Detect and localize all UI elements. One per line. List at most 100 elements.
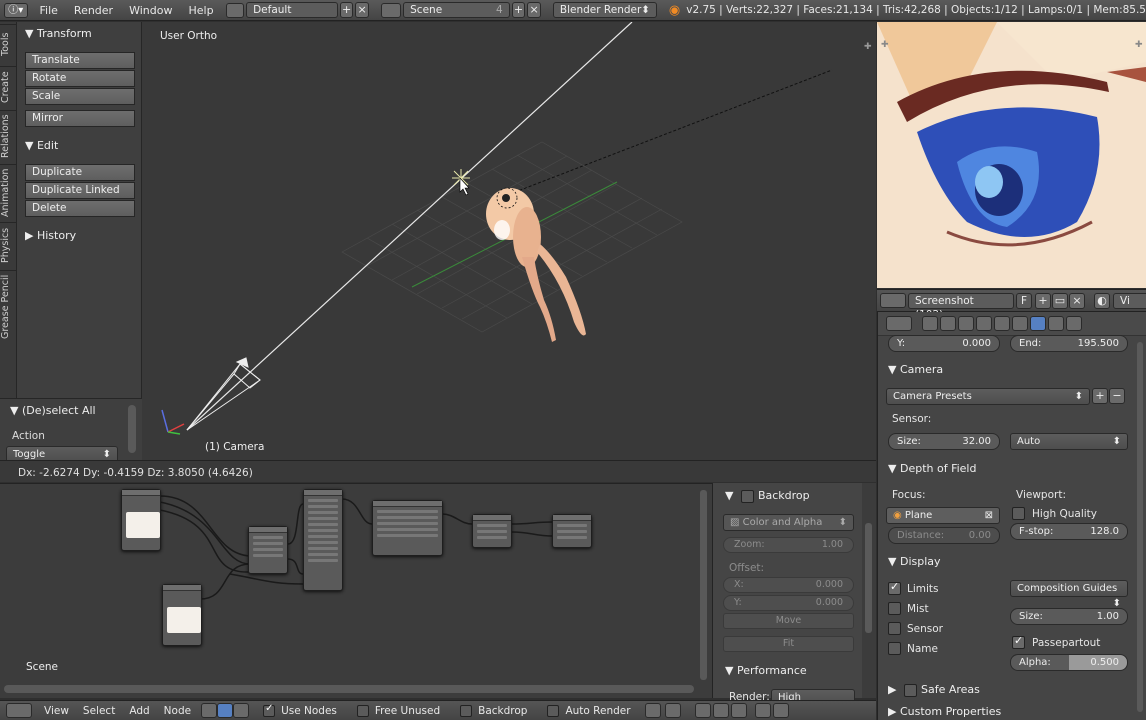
- free-unused-toggle[interactable]: Free Unused: [356, 704, 440, 717]
- mix-node[interactable]: [248, 526, 288, 574]
- name-checkbox[interactable]: [888, 642, 901, 655]
- paste-nodes-icon[interactable]: [712, 703, 729, 718]
- camera-presets-select[interactable]: Camera Presets ⬍: [886, 388, 1090, 405]
- scene-tab-icon[interactable]: [958, 316, 974, 331]
- remove-scene-button[interactable]: ×: [527, 2, 541, 18]
- duplicate-button[interactable]: Duplicate: [25, 164, 135, 181]
- history-panel-header[interactable]: ▶ History: [25, 229, 76, 242]
- shader-tree-icon[interactable]: [201, 703, 218, 718]
- sensor-fit-select[interactable]: Auto ⬍: [1010, 433, 1128, 450]
- offset-y-field[interactable]: Y: 0.000: [723, 595, 854, 611]
- focus-object-field[interactable]: ◉ Plane ⊠: [886, 507, 1000, 524]
- free-unused-checkbox[interactable]: [356, 704, 369, 717]
- sensor-checkbox[interactable]: [888, 622, 901, 635]
- menu-window[interactable]: Window: [121, 4, 180, 17]
- display-panel-header[interactable]: ▼ Display: [888, 555, 941, 568]
- properties-editor-type-icon[interactable]: [886, 316, 912, 331]
- image-input-node[interactable]: [162, 584, 202, 646]
- image-editor-canvas[interactable]: ✚ ✚: [877, 22, 1146, 288]
- use-nodes-checkbox[interactable]: [263, 703, 276, 717]
- remove-preset-button[interactable]: −: [1109, 388, 1125, 404]
- limits-checkbox[interactable]: [888, 580, 901, 595]
- menu-render[interactable]: Render: [66, 4, 121, 17]
- properties-scrollbar[interactable]: [1137, 342, 1143, 712]
- safe-areas-checkbox[interactable]: [903, 683, 917, 697]
- clear-icon[interactable]: ⊠: [985, 508, 993, 523]
- operator-scrollbar[interactable]: [128, 405, 136, 453]
- unlink-image-button[interactable]: ×: [1069, 293, 1085, 309]
- backdrop-toggle[interactable]: Backdrop: [460, 704, 527, 717]
- y-field[interactable]: Y: 0.000: [888, 335, 1000, 352]
- physics-tab-icon[interactable]: [1066, 316, 1082, 331]
- node-editor-type-icon[interactable]: [6, 703, 32, 718]
- camera-data-tab-icon[interactable]: [1030, 316, 1046, 331]
- tab-grease-pencil[interactable]: Grease Pencil: [0, 270, 17, 342]
- add-preset-button[interactable]: +: [1092, 388, 1108, 404]
- add-scene-button[interactable]: +: [511, 2, 526, 18]
- fstop-field[interactable]: F-stop: 128.0: [1010, 523, 1128, 540]
- open-image-icon[interactable]: ▭: [1052, 293, 1068, 309]
- channels-select[interactable]: ▨ Color and Alpha ⬍: [723, 514, 854, 531]
- alpha-field[interactable]: Alpha: 0.500: [1010, 654, 1128, 671]
- object-tab-icon[interactable]: [994, 316, 1010, 331]
- edit-panel-header[interactable]: ▼ Edit: [25, 139, 58, 152]
- new-image-button[interactable]: +: [1035, 293, 1051, 309]
- node-vertical-scrollbar[interactable]: [700, 490, 707, 680]
- clip-end-field[interactable]: End: 195.500: [1010, 335, 1128, 352]
- alpha-over-node[interactable]: [472, 514, 512, 548]
- add-layout-button[interactable]: +: [339, 2, 354, 18]
- high-quality-checkbox[interactable]: [1012, 507, 1025, 520]
- mirror-button[interactable]: Mirror: [25, 110, 135, 127]
- display-size-field[interactable]: Size: 1.00: [1010, 608, 1128, 625]
- image-editor-type-icon[interactable]: [880, 293, 906, 308]
- tab-relations[interactable]: Relations: [0, 110, 17, 162]
- parent-node-icon[interactable]: [664, 703, 681, 718]
- backdrop-panel-header[interactable]: ▼ Backdrop: [725, 489, 810, 503]
- render-tab-icon[interactable]: [922, 316, 938, 331]
- node-sidebar-scrollbar[interactable]: [862, 483, 876, 698]
- tab-tools[interactable]: Tools: [0, 24, 17, 64]
- menu-select[interactable]: Select: [83, 705, 115, 717]
- mist-checkbox[interactable]: [888, 602, 901, 615]
- focus-distance-field[interactable]: Distance: 0.00: [888, 527, 1000, 544]
- menu-node[interactable]: Node: [164, 705, 191, 717]
- composition-guides-select[interactable]: Composition Guides ⬍: [1010, 580, 1128, 609]
- color-node[interactable]: [372, 500, 443, 556]
- scene-icon[interactable]: [380, 2, 402, 18]
- render-image-icon[interactable]: [772, 703, 789, 718]
- tab-physics[interactable]: Physics: [0, 222, 17, 268]
- info-editor-type-icon[interactable]: ⓘ▾: [4, 2, 28, 18]
- image-name-field[interactable]: Screenshot (102).png: [908, 293, 1014, 321]
- dof-panel-header[interactable]: ▼ Depth of Field: [888, 462, 976, 475]
- duplicate-linked-button[interactable]: Duplicate Linked: [25, 182, 135, 199]
- menu-add[interactable]: Add: [129, 705, 149, 717]
- performance-panel-header[interactable]: ▼ Performance: [725, 664, 807, 677]
- camera-panel-header[interactable]: ▼ Camera: [888, 363, 943, 376]
- render-engine-select[interactable]: Blender Render ⬍: [552, 2, 657, 18]
- backdrop-checkbox[interactable]: [740, 489, 754, 503]
- view-select[interactable]: Vi: [1113, 293, 1146, 309]
- plus-icon[interactable]: ✚: [864, 42, 872, 52]
- backdrop-checkbox-bottom[interactable]: [460, 704, 473, 717]
- passepartout-checkbox[interactable]: [1012, 634, 1025, 649]
- compositor-tree-icon[interactable]: [217, 703, 234, 718]
- tab-animation[interactable]: Animation: [0, 164, 17, 220]
- auto-render-toggle[interactable]: Auto Render: [547, 704, 631, 717]
- node-editor[interactable]: Scene: [0, 483, 712, 698]
- view-mode-icon[interactable]: ◐: [1094, 293, 1110, 309]
- texture-tab-icon[interactable]: [1048, 316, 1064, 331]
- remove-layout-button[interactable]: ×: [355, 2, 369, 18]
- move-button[interactable]: Move: [723, 613, 854, 629]
- zoom-field[interactable]: Zoom: 1.00: [723, 537, 854, 553]
- render-layers-tab-icon[interactable]: [940, 316, 956, 331]
- image-input-node[interactable]: [121, 489, 161, 551]
- fake-user-button[interactable]: F: [1016, 293, 1032, 309]
- safe-areas-panel-header[interactable]: ▶ Safe Areas: [888, 683, 980, 697]
- menu-help[interactable]: Help: [180, 4, 221, 17]
- sensor-size-field[interactable]: Size: 32.00: [888, 433, 1000, 450]
- screen-layout-field[interactable]: Default: [246, 2, 338, 18]
- scene-field[interactable]: Scene 4: [403, 2, 510, 18]
- translate-button[interactable]: Translate: [25, 52, 135, 69]
- delete-button[interactable]: Delete: [25, 200, 135, 217]
- snap-icon[interactable]: [644, 703, 661, 718]
